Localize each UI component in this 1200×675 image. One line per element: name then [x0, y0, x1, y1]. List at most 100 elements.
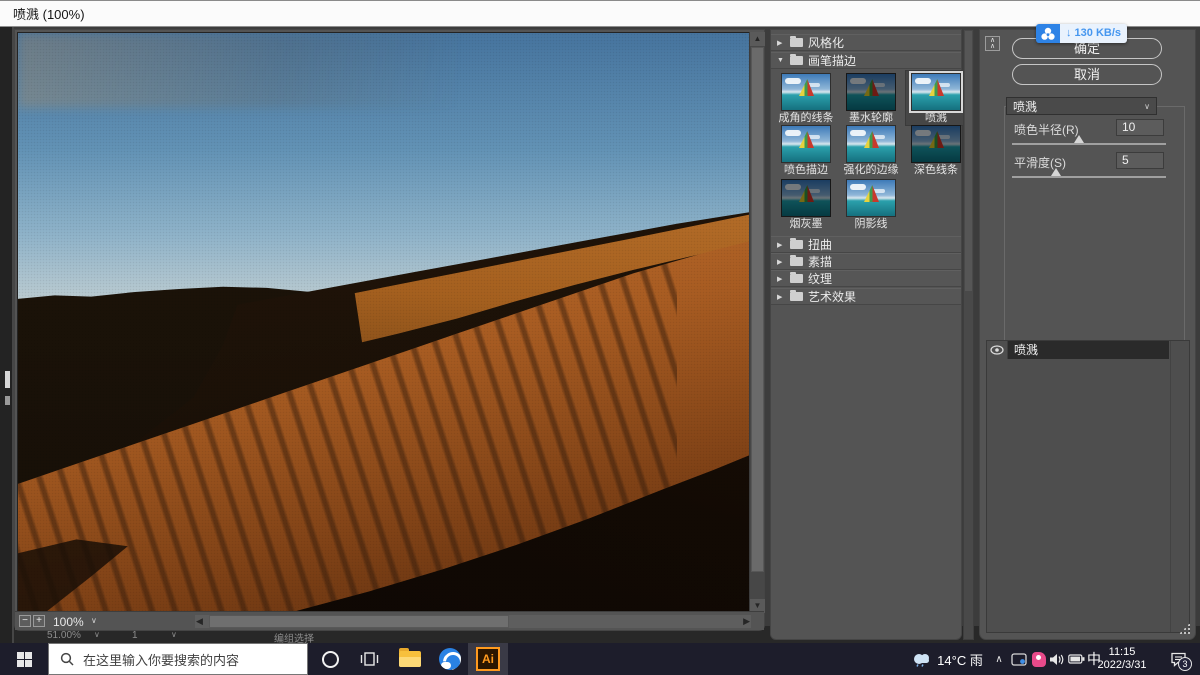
tray-display-icon[interactable]	[1008, 643, 1030, 675]
preview-controls: − + 100% ∨ ◀ ▶	[15, 611, 764, 630]
volume-icon[interactable]	[1046, 643, 1068, 675]
zoom-out-button[interactable]: −	[19, 615, 31, 627]
filter-thumbnail-image	[781, 179, 831, 217]
filter-thumb-accented-edges[interactable]: 强化的边缘	[841, 123, 901, 177]
netdisk-icon	[1036, 24, 1060, 43]
weather-text[interactable]: 14°C 雨	[935, 643, 985, 675]
preview-vertical-scrollbar[interactable]: ▲ ▼	[749, 32, 764, 613]
filter-thumb-sumi-e[interactable]: 烟灰墨	[776, 177, 836, 231]
filter-select-dropdown[interactable]: 喷溅 ∨	[1006, 97, 1157, 115]
statusbar-artboard[interactable]: 1	[132, 630, 138, 641]
zoom-in-button[interactable]: +	[33, 615, 45, 627]
folder-icon	[790, 257, 803, 266]
expand-arrow-icon: ▶	[777, 241, 785, 249]
scroll-left-icon[interactable]: ◀	[196, 616, 203, 627]
statusbar-zoom-chevron-icon[interactable]: ∨	[94, 630, 100, 639]
zoom-dropdown-chevron-icon[interactable]: ∨	[91, 616, 97, 625]
category-distort[interactable]: ▶ 扭曲	[771, 236, 961, 253]
browser-button[interactable]	[430, 643, 470, 675]
task-view-button[interactable]	[350, 643, 390, 675]
category-artistic[interactable]: ▶ 艺术效果	[771, 288, 961, 305]
preview-canvas[interactable]	[17, 32, 751, 612]
preview-horizontal-scrollbar[interactable]: ◀ ▶	[195, 615, 751, 628]
notification-count-badge[interactable]: 3	[1178, 657, 1192, 671]
app-edge-strip	[0, 27, 14, 643]
filter-thumb-sprayed-strokes[interactable]: 喷色描边	[776, 123, 836, 177]
expand-arrow-icon: ▶	[777, 275, 785, 283]
spatter-grain-texture	[18, 33, 750, 611]
illustrator-icon: Ai	[476, 647, 500, 671]
zoom-level[interactable]: 100%	[53, 615, 84, 629]
start-button[interactable]	[0, 643, 48, 675]
folder-icon	[790, 274, 803, 283]
filter-gallery-dialog: 51.00% ∨ 1 ∨ 编组选择 ▲ ▼	[0, 27, 1200, 643]
category-texture[interactable]: ▶ 纹理	[771, 270, 961, 287]
filter-thumbnail-image	[911, 125, 961, 163]
statusbar-zoom[interactable]: 51.00%	[47, 630, 81, 641]
search-icon	[60, 652, 74, 666]
taskbar-search-input[interactable]: 在这里输入你要搜索的内容	[48, 643, 308, 675]
task-view-icon	[360, 651, 380, 667]
filter-thumb-angled-strokes[interactable]: 成角的线条	[776, 71, 836, 125]
visibility-toggle[interactable]	[987, 341, 1008, 359]
category-brush-strokes[interactable]: ▼ 画笔描边	[771, 52, 961, 69]
scroll-right-icon[interactable]: ▶	[743, 616, 750, 627]
dialog-title: 喷溅 (100%)	[13, 4, 85, 23]
filter-thumb-dark-strokes[interactable]: 深色线条	[906, 123, 966, 177]
smoothness-slider[interactable]	[1012, 176, 1166, 178]
settings-panel: ∧∧ 确定 取消 喷溅 ∨ 喷色半径(R) 10 平滑度(S) 5	[979, 29, 1196, 640]
illustrator-taskbar-button-active[interactable]: Ai	[468, 643, 508, 675]
browser-icon	[439, 648, 461, 670]
effect-layers-panel: 喷溅	[986, 340, 1190, 633]
filter-category-pane: ▶ 风格化 ▼ 画笔描边 成角的线条 墨水轮廓 喷溅	[770, 29, 962, 640]
effect-layer-name: 喷溅	[1008, 341, 1169, 359]
filter-thumb-ink-outlines[interactable]: 墨水轮廓	[841, 71, 901, 125]
expand-arrow-icon: ▶	[777, 39, 785, 47]
clock-time: 11:15	[1109, 646, 1136, 659]
layers-scroll-strip	[1170, 341, 1189, 632]
horizontal-scroll-thumb[interactable]	[209, 615, 509, 628]
search-placeholder: 在这里输入你要搜索的内容	[83, 650, 239, 669]
battery-icon[interactable]	[1066, 643, 1086, 675]
open-folder-icon	[790, 56, 803, 65]
spray-radius-label: 喷色半径(R)	[1014, 121, 1079, 138]
filter-thumb-crosshatch[interactable]: 阴影线	[841, 177, 901, 231]
filter-thumbnail-image	[846, 179, 896, 217]
filter-thumbnail-image	[911, 73, 961, 111]
file-explorer-button[interactable]	[390, 643, 430, 675]
chevron-down-icon: ∨	[1144, 102, 1150, 111]
folder-icon	[790, 240, 803, 249]
statusbar-artboard-chevron-icon[interactable]: ∨	[171, 630, 177, 639]
filter-thumbnail-image	[781, 125, 831, 163]
weather-icon[interactable]	[909, 643, 935, 675]
vertical-scroll-thumb[interactable]	[751, 47, 764, 572]
spray-radius-slider[interactable]	[1012, 143, 1166, 145]
expand-arrow-icon: ▶	[777, 293, 785, 301]
collapse-arrow-icon: ▼	[777, 57, 785, 64]
slider-thumb[interactable]	[1051, 168, 1061, 176]
filter-thumbnail-image	[846, 125, 896, 163]
slider-thumb[interactable]	[1074, 135, 1084, 143]
smoothness-value[interactable]: 5	[1116, 152, 1164, 169]
hidden-icons-chevron-icon[interactable]: ∧	[991, 643, 1007, 675]
spray-radius-value[interactable]: 10	[1116, 119, 1164, 136]
collapse-thumbnails-icon[interactable]: ∧∧	[985, 36, 1000, 51]
category-stylize[interactable]: ▶ 风格化	[771, 34, 961, 51]
taskbar-clock[interactable]: 11:15 2022/3/31	[1100, 643, 1144, 675]
cortana-icon	[322, 651, 339, 668]
scroll-up-icon[interactable]: ▲	[750, 32, 765, 46]
cancel-button[interactable]: 取消	[1012, 64, 1162, 85]
preview-pane: ▲ ▼ − + 100% ∨ ◀ ▶	[14, 29, 765, 631]
folder-icon	[790, 38, 803, 47]
filter-thumbnail-image	[781, 73, 831, 111]
filter-pane-scrollbar[interactable]	[963, 29, 974, 640]
filter-thumbnail-image	[846, 73, 896, 111]
windows-taskbar: 在这里输入你要搜索的内容 Ai	[0, 643, 1200, 675]
filter-thumb-spatter-selected[interactable]: 喷溅	[906, 71, 966, 125]
download-speed-overlay[interactable]: ↓ 130 KB/s	[1036, 24, 1127, 43]
cortana-button[interactable]	[310, 643, 350, 675]
effect-layer-row[interactable]: 喷溅	[987, 341, 1189, 359]
eye-icon	[990, 345, 1004, 355]
category-sketch[interactable]: ▶ 素描	[771, 253, 961, 270]
windows-logo-icon	[17, 652, 32, 667]
